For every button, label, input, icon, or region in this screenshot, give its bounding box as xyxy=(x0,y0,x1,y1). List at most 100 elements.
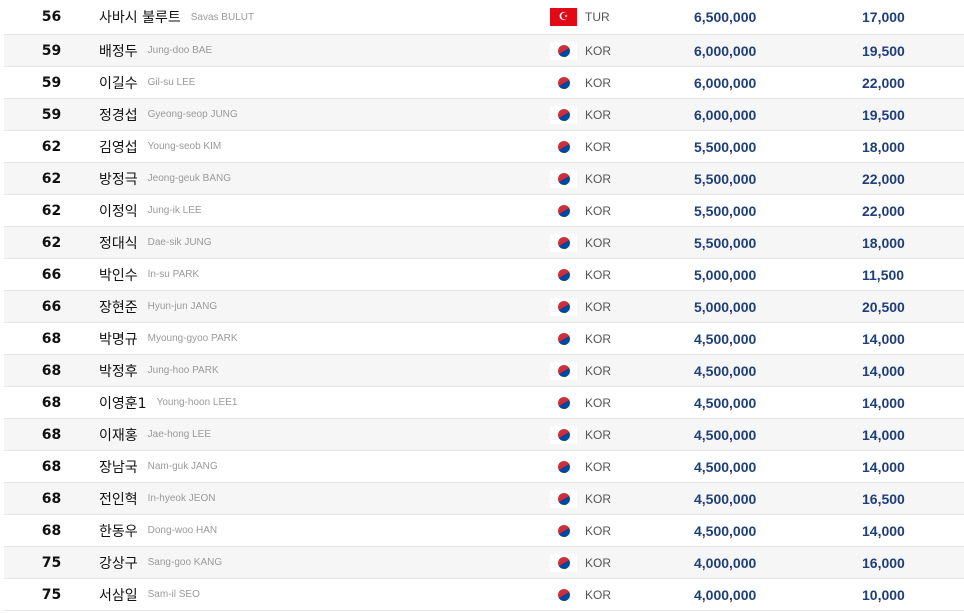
player-korean-name[interactable]: 박명규 xyxy=(99,329,138,349)
player-korean-name[interactable]: 이재홍 xyxy=(99,425,138,445)
rank-cell: 59 xyxy=(41,42,62,59)
player-name-cell[interactable]: 장현준 Hyun-jun JANG xyxy=(99,291,217,322)
points-cell: 20,500 xyxy=(862,298,905,315)
player-name-cell[interactable]: 정대식 Dae-sik JUNG xyxy=(99,227,212,258)
player-korean-name[interactable]: 강상구 xyxy=(99,553,138,573)
player-name-cell[interactable]: 강상구 Sang-goo KANG xyxy=(99,547,222,578)
rank-cell: 66 xyxy=(41,266,62,283)
nationality-cell: ☪ TUR xyxy=(550,0,610,34)
kor-flag-icon xyxy=(550,297,577,316)
player-name-cell[interactable]: 이재홍 Jae-hong LEE xyxy=(99,419,211,450)
table-row[interactable]: 62 이정익 Jung-ik LEE KOR 5,500,000 22,000 xyxy=(4,195,964,227)
table-row[interactable]: 62 정대식 Dae-sik JUNG KOR 5,500,000 18,000 xyxy=(4,227,964,259)
kor-flag-icon xyxy=(550,361,577,380)
player-korean-name[interactable]: 이길수 xyxy=(99,73,138,93)
tur-flag-icon: ☪ xyxy=(550,8,577,26)
player-name-cell[interactable]: 박인수 In-su PARK xyxy=(99,259,199,290)
player-name-cell[interactable]: 이영훈1 Young-hoon LEE1 xyxy=(99,387,237,418)
player-korean-name[interactable]: 김영섭 xyxy=(99,137,138,157)
player-english-name: Sam-il SEO xyxy=(147,589,200,600)
player-name-cell[interactable]: 방정극 Jeong-geuk BANG xyxy=(99,163,231,194)
player-name-cell[interactable]: 박명규 Myoung-gyoo PARK xyxy=(99,323,238,354)
player-english-name: Jung-doo BAE xyxy=(147,45,213,56)
player-korean-name[interactable]: 장현준 xyxy=(99,297,138,317)
kor-flag-icon xyxy=(550,41,577,60)
points-cell: 16,500 xyxy=(862,490,905,507)
player-name-cell[interactable]: 이정익 Jung-ik LEE xyxy=(99,195,202,226)
nationality-cell: KOR xyxy=(550,579,611,610)
player-name-cell[interactable]: 정경섭 Gyeong-seop JUNG xyxy=(99,99,238,130)
nationality-cell: KOR xyxy=(550,99,611,130)
player-name-cell[interactable]: 배정두 Jung-doo BAE xyxy=(99,35,212,66)
table-row[interactable]: 66 장현준 Hyun-jun JANG KOR 5,000,000 20,50… xyxy=(4,291,964,323)
prize-money-cell: 6,000,000 xyxy=(694,106,757,123)
table-row[interactable]: 59 정경섭 Gyeong-seop JUNG KOR 6,000,000 19… xyxy=(4,99,964,131)
table-row[interactable]: 75 강상구 Sang-goo KANG KOR 4,000,000 16,00… xyxy=(4,547,964,579)
table-row[interactable]: 66 박인수 In-su PARK KOR 5,000,000 11,500 xyxy=(4,259,964,291)
points-cell: 10,000 xyxy=(862,586,905,603)
table-row[interactable]: 75 서삼일 Sam-il SEO KOR 4,000,000 10,000 xyxy=(4,579,964,611)
player-name-cell[interactable]: 이길수 Gil-su LEE xyxy=(99,67,195,98)
player-english-name: Sang-goo KANG xyxy=(147,557,223,568)
rank-cell: 68 xyxy=(41,458,62,475)
table-row[interactable]: 62 방정극 Jeong-geuk BANG KOR 5,500,000 22,… xyxy=(4,163,964,195)
player-korean-name[interactable]: 사바시 불루트 xyxy=(99,7,181,27)
table-row[interactable]: 68 전인혁 In-hyeok JEON KOR 4,500,000 16,50… xyxy=(4,483,964,515)
player-korean-name[interactable]: 방정극 xyxy=(99,169,138,189)
nationality-code: KOR xyxy=(585,363,612,378)
rank-cell: 68 xyxy=(41,522,62,539)
player-name-cell[interactable]: 박정후 Jung-hoo PARK xyxy=(99,355,219,386)
rank-cell: 62 xyxy=(41,202,62,219)
points-cell: 14,000 xyxy=(862,330,905,347)
player-korean-name[interactable]: 배정두 xyxy=(99,41,138,61)
kor-flag-icon xyxy=(550,521,577,540)
player-name-cell[interactable]: 김영섭 Young-seob KIM xyxy=(99,131,221,162)
player-name-cell[interactable]: 장남국 Nam-guk JANG xyxy=(99,451,218,482)
player-korean-name[interactable]: 이정익 xyxy=(99,201,138,221)
nationality-code: KOR xyxy=(585,555,612,570)
player-english-name: Jae-hong LEE xyxy=(147,429,212,440)
prize-money-cell: 6,500,000 xyxy=(694,9,757,25)
rank-cell: 62 xyxy=(41,234,62,251)
player-english-name: Young-hoon LEE1 xyxy=(156,397,238,408)
kor-flag-icon xyxy=(550,137,577,156)
kor-flag-icon xyxy=(550,585,577,604)
rank-cell: 59 xyxy=(41,74,62,91)
player-name-cell[interactable]: 전인혁 In-hyeok JEON xyxy=(99,483,215,514)
nationality-code: TUR xyxy=(585,10,610,24)
rank-cell: 62 xyxy=(41,170,62,187)
table-row[interactable]: 68 이재홍 Jae-hong LEE KOR 4,500,000 14,000 xyxy=(4,419,964,451)
table-row[interactable]: 68 박정후 Jung-hoo PARK KOR 4,500,000 14,00… xyxy=(4,355,964,387)
table-row[interactable]: 59 이길수 Gil-su LEE KOR 6,000,000 22,000 xyxy=(4,67,964,99)
player-name-cell[interactable]: 사바시 불루트 Savas BULUT xyxy=(99,0,254,34)
nationality-code: KOR xyxy=(585,523,612,538)
player-korean-name[interactable]: 서삼일 xyxy=(99,585,138,605)
player-korean-name[interactable]: 정대식 xyxy=(99,233,138,253)
table-row[interactable]: 56 사바시 불루트 Savas BULUT ☪ TUR 6,500,000 1… xyxy=(4,0,964,35)
player-korean-name[interactable]: 박인수 xyxy=(99,265,138,285)
player-english-name: In-su PARK xyxy=(147,269,200,280)
player-korean-name[interactable]: 박정후 xyxy=(99,361,138,381)
player-korean-name[interactable]: 한동우 xyxy=(99,521,138,541)
kor-flag-icon xyxy=(550,233,577,252)
nationality-code: KOR xyxy=(585,203,612,218)
table-row[interactable]: 68 이영훈1 Young-hoon LEE1 KOR 4,500,000 14… xyxy=(4,387,964,419)
rank-cell: 59 xyxy=(41,106,62,123)
table-row[interactable]: 62 김영섭 Young-seob KIM KOR 5,500,000 18,0… xyxy=(4,131,964,163)
nationality-cell: KOR xyxy=(550,291,611,322)
player-korean-name[interactable]: 전인혁 xyxy=(99,489,138,509)
player-korean-name[interactable]: 이영훈1 xyxy=(99,393,147,413)
table-row[interactable]: 59 배정두 Jung-doo BAE KOR 6,000,000 19,500 xyxy=(4,35,964,67)
nationality-code: KOR xyxy=(585,171,612,186)
player-name-cell[interactable]: 한동우 Dong-woo HAN xyxy=(99,515,217,546)
table-row[interactable]: 68 박명규 Myoung-gyoo PARK KOR 4,500,000 14… xyxy=(4,323,964,355)
player-english-name: Jeong-geuk BANG xyxy=(147,173,232,184)
rank-cell: 68 xyxy=(41,362,62,379)
player-name-cell[interactable]: 서삼일 Sam-il SEO xyxy=(99,579,200,610)
nationality-code: KOR xyxy=(585,331,612,346)
table-row[interactable]: 68 한동우 Dong-woo HAN KOR 4,500,000 14,000 xyxy=(4,515,964,547)
player-korean-name[interactable]: 장남국 xyxy=(99,457,138,477)
table-row[interactable]: 68 장남국 Nam-guk JANG KOR 4,500,000 14,000 xyxy=(4,451,964,483)
player-korean-name[interactable]: 정경섭 xyxy=(99,105,138,125)
rank-cell: 68 xyxy=(41,394,62,411)
